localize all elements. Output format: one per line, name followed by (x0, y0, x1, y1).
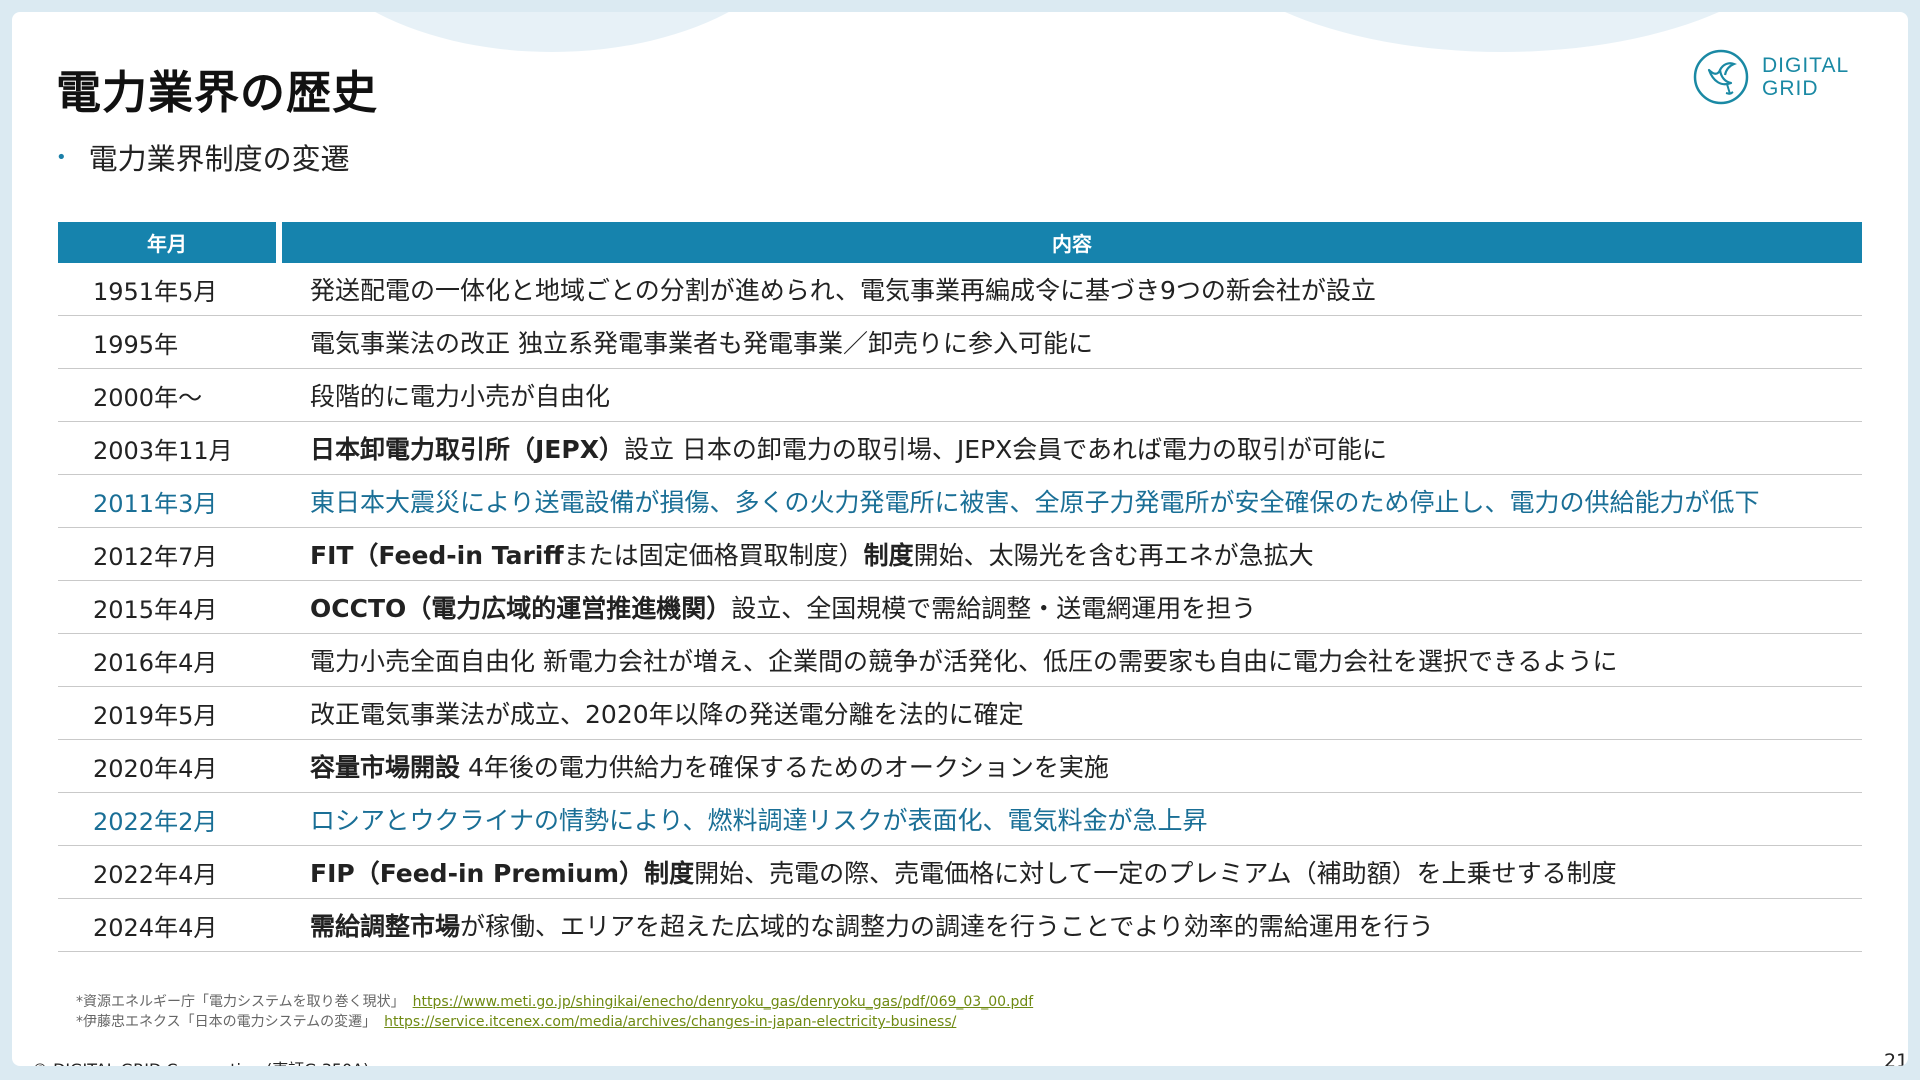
content-text: 4年後の電力供給力を確保するためのオークションを実施 (460, 753, 1109, 782)
content-cell: 発送配電の一体化と地域ごとの分割が進められ、電気事業再編成令に基づき9つの新会社… (276, 271, 1862, 307)
content-cell: 需給調整市場が稼働、エリアを超えた広域的な調整力の調達を行うことでより効率的需給… (276, 907, 1862, 943)
page-number: 21 (1884, 1050, 1908, 1066)
table-row: 2011年3月 東日本大震災により送電設備が損傷、多くの火力発電所に被害、全原子力… (58, 475, 1862, 528)
source-line: *伊藤忠エネクス「日本の電力システムの変遷」 https://service.it… (76, 1012, 1033, 1032)
content-bold-text: FIP（Feed-in Premium） (310, 859, 645, 888)
source-link[interactable]: https://www.meti.go.jp/shingikai/enecho/… (413, 994, 1034, 1010)
year-cell: 2020年4月 (93, 754, 218, 783)
content-text: 開始、売電の際、売電価格に対して一定のプレミアム（補助額）を上乗せする制度 (694, 859, 1617, 888)
year-cell: 2000年〜 (93, 383, 203, 412)
table-row: 2012年7月 FIT（Feed-in Tariffまたは固定価格買取制度）制度開… (58, 528, 1862, 581)
content-bold-text: 容量市場開設 (310, 753, 461, 782)
logo-text: DIGITAL GRID (1762, 54, 1849, 100)
subtitle: • 電力業界制度の変遷 (56, 136, 350, 178)
content-bold-text: 需給調整市場 (310, 912, 461, 941)
logo-text-line2: GRID (1762, 77, 1819, 100)
content-bold-text: 制度 (863, 541, 914, 570)
table-row: 2019年5月 改正電気事業法が成立、2020年以降の発送電分離を法的に確定 (58, 687, 1862, 740)
content-text: 電気事業法の改正 独立系発電事業者も発電事業／卸売りに参入可能に (310, 329, 1093, 358)
logo-text-line1: DIGITAL (1762, 54, 1850, 77)
table-header: 年月 内容 (58, 222, 1862, 263)
source-label: *資源エネルギー庁「電力システムを取り巻く現状」 (76, 994, 405, 1010)
header-year: 年月 (58, 222, 276, 263)
content-bold-text: 制度 (644, 859, 695, 888)
bullet-icon: • (56, 146, 67, 168)
content-cell: ロシアとウクライナの情勢により、燃料調達リスクが表面化、電気料金が急上昇 (276, 801, 1862, 837)
content-text: 発送配電の一体化と地域ごとの分割が進められ、電気事業再編成令に基づき9つの新会社… (310, 276, 1376, 305)
content-text: が稼働、エリアを超えた広域的な調整力の調達を行うことでより効率的需給運用を行う (460, 912, 1434, 941)
content-bold-text: 日本卸電力取引所（JEPX） (310, 435, 624, 464)
table-body: 1951年5月 発送配電の一体化と地域ごとの分割が進められ、電気事業再編成令に基づ… (58, 263, 1862, 952)
content-text: 開始、太陽光を含む再エネが急拡大 (913, 541, 1314, 570)
slide: 電力業界の歴史 • 電力業界制度の変遷 DIGITAL GRID 年月 内容 1… (12, 12, 1908, 1066)
content-bold-text: OCCTO（電力広域的運営推進機関） (310, 594, 732, 623)
source-label: *伊藤忠エネクス「日本の電力システムの変遷」 (76, 1014, 377, 1030)
year-cell: 1951年5月 (93, 277, 218, 306)
page-title: 電力業界の歴史 (56, 66, 379, 119)
source-line: *資源エネルギー庁「電力システムを取り巻く現状」 https://www.meti… (76, 992, 1033, 1012)
content-text: 設立 日本の卸電力の取引場、JEPX会員であれば電力の取引が可能に (623, 435, 1388, 464)
content-text: ロシアとウクライナの情勢により、燃料調達リスクが表面化、電気料金が急上昇 (310, 806, 1208, 835)
content-cell: OCCTO（電力広域的運営推進機関）設立、全国規模で需給調整・送電網運用を担う (276, 589, 1862, 625)
table-row: 2016年4月 電力小売全面自由化 新電力会社が増え、企業間の競争が活発化、低圧の… (58, 634, 1862, 687)
content-text: 設立、全国規模で需給調整・送電網運用を担う (731, 594, 1257, 623)
year-cell: 2016年4月 (93, 648, 218, 677)
year-cell: 2012年7月 (93, 542, 218, 571)
year-cell: 2022年2月 (93, 807, 218, 836)
history-table: 年月 内容 1951年5月 発送配電の一体化と地域ごとの分割が進められ、電気事業再… (58, 222, 1862, 952)
content-text: 改正電気事業法が成立、2020年以降の発送電分離を法的に確定 (310, 700, 1024, 729)
table-row: 2022年4月 FIP（Feed-in Premium）制度開始、売電の際、売電価… (58, 846, 1862, 899)
content-cell: 東日本大震災により送電設備が損傷、多くの火力発電所に被害、全原子力発電所が安全確… (276, 483, 1862, 519)
table-row: 2000年〜 段階的に電力小売が自由化 (58, 369, 1862, 422)
table-row: 1995年 電気事業法の改正 独立系発電事業者も発電事業／卸売りに参入可能に (58, 316, 1862, 369)
year-cell: 2019年5月 (93, 701, 218, 730)
table-row: 2022年2月 ロシアとウクライナの情勢により、燃料調達リスクが表面化、電気料金が… (58, 793, 1862, 846)
content-bold-text: FIT（Feed-in Tariff (310, 541, 564, 570)
bird-logo-icon (1693, 49, 1749, 105)
source-link[interactable]: https://service.itcenex.com/media/archiv… (384, 1014, 956, 1030)
year-cell: 2022年4月 (93, 860, 218, 889)
table-row: 2020年4月 容量市場開設 4年後の電力供給力を確保するためのオークションを実施 (58, 740, 1862, 793)
background-decoration (292, 12, 812, 52)
subtitle-text: 電力業界制度の変遷 (88, 142, 350, 176)
background-decoration (1192, 12, 1812, 52)
content-cell: FIT（Feed-in Tariffまたは固定価格買取制度）制度開始、太陽光を含… (276, 536, 1862, 572)
content-text: または固定価格買取制度） (563, 541, 864, 570)
content-cell: 日本卸電力取引所（JEPX）設立 日本の卸電力の取引場、JEPX会員であれば電力… (276, 430, 1862, 466)
company-logo: DIGITAL GRID (1692, 48, 1849, 106)
year-cell: 2011年3月 (93, 489, 218, 518)
sources: *資源エネルギー庁「電力システムを取り巻く現状」 https://www.meti… (76, 992, 1033, 1032)
table-row: 2015年4月 OCCTO（電力広域的運営推進機関）設立、全国規模で需給調整・送電… (58, 581, 1862, 634)
content-text: 段階的に電力小売が自由化 (310, 382, 611, 411)
content-text: 電力小売全面自由化 新電力会社が増え、企業間の競争が活発化、低圧の需要家も自由に… (310, 647, 1618, 676)
header-content: 内容 (282, 222, 1862, 263)
year-cell: 2024年4月 (93, 913, 218, 942)
content-cell: 電気事業法の改正 独立系発電事業者も発電事業／卸売りに参入可能に (276, 324, 1862, 360)
year-cell: 1995年 (93, 330, 179, 359)
table-row: 2024年4月 需給調整市場が稼働、エリアを超えた広域的な調整力の調達を行うことで… (58, 899, 1862, 952)
content-cell: 段階的に電力小売が自由化 (276, 377, 1862, 413)
table-row: 1951年5月 発送配電の一体化と地域ごとの分割が進められ、電気事業再編成令に基づ… (58, 263, 1862, 316)
copyright: © DIGITAL GRID Corporation (東証G 350A) (32, 1056, 369, 1066)
year-cell: 2003年11月 (93, 436, 233, 465)
table-row: 2003年11月 日本卸電力取引所（JEPX）設立 日本の卸電力の取引場、JEPX… (58, 422, 1862, 475)
content-cell: 容量市場開設 4年後の電力供給力を確保するためのオークションを実施 (276, 748, 1862, 784)
year-cell: 2015年4月 (93, 595, 218, 624)
content-cell: FIP（Feed-in Premium）制度開始、売電の際、売電価格に対して一定… (276, 854, 1862, 890)
content-cell: 電力小売全面自由化 新電力会社が増え、企業間の競争が活発化、低圧の需要家も自由に… (276, 642, 1862, 678)
content-text: 東日本大震災により送電設備が損傷、多くの火力発電所に被害、全原子力発電所が安全確… (310, 488, 1760, 517)
content-cell: 改正電気事業法が成立、2020年以降の発送電分離を法的に確定 (276, 695, 1862, 731)
